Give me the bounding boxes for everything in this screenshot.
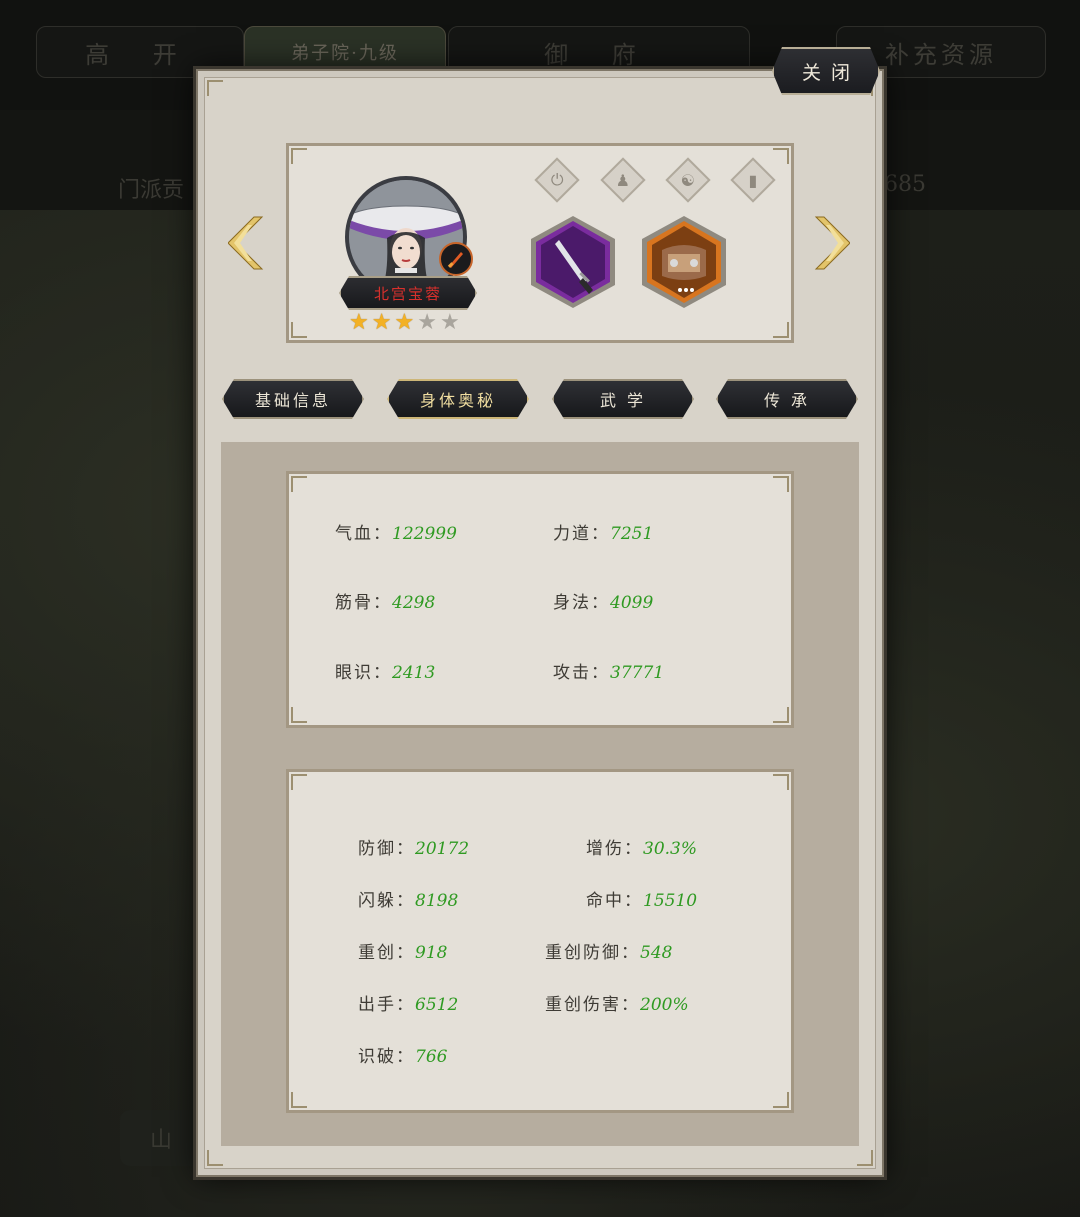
character-card: 北宫宝蓉 ★ ★ ★ ★ ★ ⏻ ♟ ☯ ▮	[286, 143, 794, 343]
tab-martial-arts[interactable]: 武 学	[552, 379, 694, 419]
tab-inheritance[interactable]: 传 承	[716, 379, 858, 419]
stat-attack: 攻击：37771	[553, 663, 665, 683]
background-label: 门派贡	[118, 178, 185, 203]
power-icon[interactable]: ⏻	[534, 157, 580, 203]
stat-insight: 识破：766	[358, 1047, 448, 1067]
stat-damage-bonus: 增伤：30.3%	[586, 839, 698, 859]
stat-speed: 出手：6512	[358, 995, 459, 1015]
stat-critical: 重创：918	[358, 943, 448, 963]
previous-character-arrow-icon[interactable]	[228, 215, 264, 271]
tab-basic-info[interactable]: 基础信息	[222, 379, 364, 419]
stat-strength: 力道：7251	[553, 524, 654, 544]
star-rating: ★ ★ ★ ★ ★	[349, 312, 460, 334]
character-name: 北宫宝蓉	[339, 276, 477, 310]
star-filled-icon: ★	[371, 310, 392, 335]
tab-body-secrets[interactable]: 身体奥秘	[387, 379, 529, 419]
stat-dodge: 闪躲：8198	[358, 891, 459, 911]
background-value: 685	[884, 172, 926, 197]
close-button[interactable]: 关闭	[772, 47, 880, 95]
yin-yang-icon[interactable]: ☯	[665, 157, 711, 203]
stat-critical-damage: 重创伤害：200%	[545, 995, 689, 1015]
star-empty-icon: ★	[417, 310, 437, 335]
stat-hp: 气血：122999	[335, 524, 457, 544]
dagger-icon[interactable]	[529, 214, 617, 310]
star-empty-icon: ★	[439, 310, 460, 335]
stat-constitution: 筋骨：4298	[335, 593, 436, 613]
stat-critical-defense: 重创防御：548	[545, 943, 673, 963]
stat-hit: 命中：15510	[586, 891, 698, 911]
basic-stats-box: 气血：122999 力道：7251 筋骨：4298 身法：4099 眼识：241…	[286, 471, 794, 728]
next-character-arrow-icon[interactable]	[814, 215, 850, 271]
person-icon[interactable]: ♟	[600, 157, 646, 203]
book-icon[interactable]: ▮	[730, 157, 776, 203]
stat-perception: 眼识：2413	[335, 663, 436, 683]
star-filled-icon: ★	[349, 310, 369, 335]
star-filled-icon: ★	[394, 310, 415, 335]
stat-defense: 防御：20172	[358, 839, 470, 859]
advanced-stats-box: 防御：20172 增伤：30.3% 闪躲：8198 命中：15510 重创：91…	[286, 769, 794, 1113]
stat-agility: 身法：4099	[553, 593, 654, 613]
armor-icon[interactable]	[640, 214, 728, 310]
weapon-type-badge-icon	[439, 242, 473, 276]
